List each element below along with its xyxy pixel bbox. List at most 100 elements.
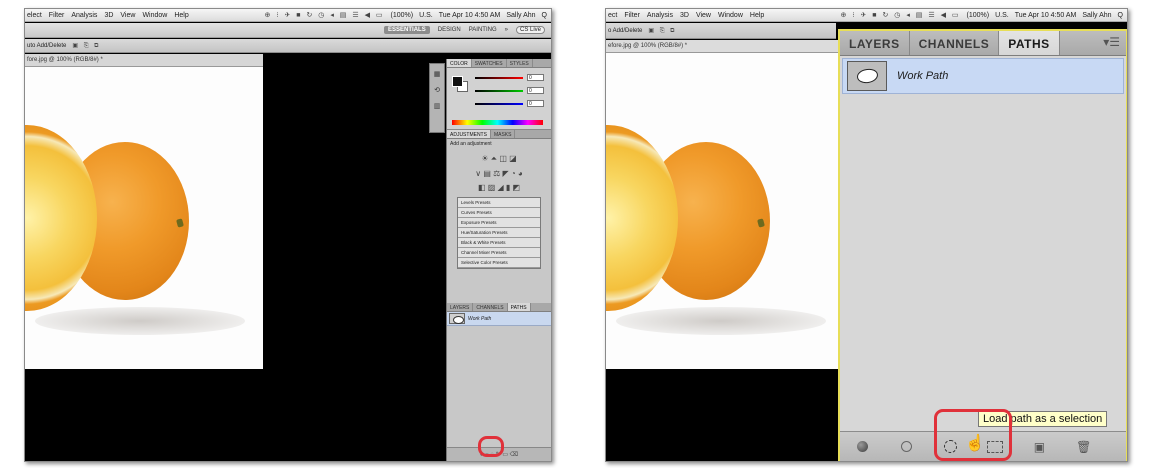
mini-path-thumbnail	[449, 313, 465, 324]
color-spectrum[interactable]	[452, 120, 543, 125]
color-panel-icon[interactable]: ▦	[434, 70, 441, 78]
styles-panel-icon[interactable]: ▥	[434, 102, 441, 110]
menu-analysis[interactable]: Analysis	[647, 12, 673, 19]
tab-masks[interactable]: MASKS	[491, 130, 516, 138]
tab-channels[interactable]: CHANNELS	[910, 31, 1000, 55]
red-value[interactable]: 0	[527, 74, 544, 81]
color-panel: 0 0 0	[447, 68, 551, 130]
image-canvas[interactable]	[606, 53, 838, 369]
new-path-icon[interactable]: ▣	[1030, 438, 1048, 456]
red-slider[interactable]	[475, 77, 523, 79]
paths-panel: LAYERS CHANNELS PATHS ▾☰ Work Path ▣ 🗑	[838, 29, 1127, 461]
battery-status[interactable]: (100%)	[967, 12, 990, 19]
menu-select[interactable]: ect	[608, 12, 617, 19]
auto-add-delete-checkbox[interactable]: uto Add/Delete	[27, 43, 66, 49]
path-shape-icon	[856, 67, 879, 85]
preset-hue-saturation[interactable]: Hue/Saturation Presets	[458, 228, 540, 238]
mini-work-path-label: Work Path	[468, 315, 492, 322]
menu-filter[interactable]: Filter	[624, 12, 640, 19]
preset-curves[interactable]: Curves Presets	[458, 208, 540, 218]
menu-analysis[interactable]: Analysis	[71, 12, 97, 19]
mini-layers-tabs: LAYERS CHANNELS PATHS	[447, 303, 551, 312]
tab-color[interactable]: COLOR	[447, 59, 472, 67]
adjustment-icons-row-2[interactable]: ∨ ▤ ⚖ ◤ ◔ ◕	[447, 169, 551, 178]
menu-help[interactable]: Help	[174, 12, 188, 19]
green-slider[interactable]	[475, 90, 523, 92]
input-flag[interactable]: U.S.	[419, 12, 433, 19]
work-path-row[interactable]: Work Path	[842, 58, 1124, 94]
path-operation-icons[interactable]: ▣ ⎘ ⧉	[648, 27, 676, 35]
panel-menu-icon[interactable]: ▾☰	[1097, 31, 1126, 55]
panel-dock: COLOR SWATCHES STYLES 0 0 0 ADJUSTMENTS …	[446, 59, 551, 461]
workspace-painting[interactable]: PAINTING	[469, 27, 497, 33]
menubar: elect Filter Analysis 3D View Window Hel…	[25, 9, 551, 22]
tab-styles[interactable]: STYLES	[507, 59, 533, 67]
adjustment-icons-row-3[interactable]: ◧ ▨ ◢ ▮ ◩	[447, 183, 551, 192]
menu-3d[interactable]: 3D	[680, 12, 689, 19]
preset-black-white[interactable]: Black & White Presets	[458, 238, 540, 248]
user-name[interactable]: Sally Ahn	[1082, 12, 1111, 19]
menu-window[interactable]: Window	[142, 12, 167, 19]
options-bar: o Add/Delete ▣ ⎘ ⧉	[606, 23, 836, 39]
fill-path-icon[interactable]	[853, 438, 871, 456]
adjustment-icons-row-1[interactable]: ☀ ⏶ ◫ ◪	[447, 154, 551, 164]
preset-levels[interactable]: Levels Presets	[458, 198, 540, 208]
menu-view[interactable]: View	[120, 12, 135, 19]
tab-paths-mini[interactable]: PATHS	[507, 303, 531, 311]
preset-exposure[interactable]: Exposure Presets	[458, 218, 540, 228]
tab-paths[interactable]: PATHS	[999, 31, 1060, 55]
delete-path-icon[interactable]: 🗑	[1075, 438, 1093, 456]
input-flag[interactable]: U.S.	[995, 12, 1009, 19]
cs-live-button[interactable]: CS Live	[515, 26, 545, 34]
panel-icon-strip: ▦ ⟲ ▥	[429, 63, 445, 133]
menu-items: ect Filter Analysis 3D View Window Help	[606, 12, 764, 19]
menu-view[interactable]: View	[696, 12, 711, 19]
foreground-color-swatch[interactable]	[452, 76, 463, 87]
mini-paths-footer-icons[interactable]: ● ○ ◌ ✎ ▭ ⌫	[447, 447, 551, 461]
path-thumbnail	[847, 61, 887, 91]
preset-channel-mixer[interactable]: Channel Mixer Presets	[458, 248, 540, 258]
menu-filter[interactable]: Filter	[49, 12, 65, 19]
menu-help[interactable]: Help	[750, 12, 764, 19]
load-selection-icon[interactable]	[942, 438, 960, 456]
tray-icons[interactable]: ⊕ ⁝ ✈ ■ ↻ ◷ ◂ ▤ ☰ ◀ ▭	[265, 11, 385, 19]
make-work-path-icon[interactable]	[986, 438, 1004, 456]
status-tray: ⊕ ⁝ ✈ ■ ↻ ◷ ◂ ▤ ☰ ◀ ▭ (100%) U.S. Tue Ap…	[841, 11, 1127, 20]
workspace-design[interactable]: DESIGN	[438, 27, 461, 33]
menu-select[interactable]: elect	[27, 12, 42, 19]
spotlight-search-icon[interactable]: Q	[1118, 12, 1123, 19]
color-panel-tabs: COLOR SWATCHES STYLES	[447, 59, 551, 68]
stroke-path-icon[interactable]	[897, 438, 915, 456]
swatches-panel-icon[interactable]: ⟲	[434, 86, 440, 94]
tab-channels-mini[interactable]: CHANNELS	[473, 303, 508, 311]
workspace-more-chevron-icon[interactable]: »	[505, 27, 508, 33]
paths-panel-tabs: LAYERS CHANNELS PATHS ▾☰	[840, 31, 1126, 56]
clock[interactable]: Tue Apr 10 4:50 AM	[1015, 12, 1077, 19]
document-tab[interactable]: efore.jpg @ 100% (RGB/8#) *	[606, 40, 838, 53]
tab-layers[interactable]: LAYERS	[840, 31, 910, 55]
tooltip: Load path as a selection	[978, 411, 1108, 427]
blue-slider[interactable]	[475, 103, 523, 105]
path-operation-icons[interactable]: ▣ ⎘ ⧉	[72, 42, 100, 50]
menu-window[interactable]: Window	[718, 12, 743, 19]
adjustments-title: Add an adjustment	[450, 141, 492, 147]
menu-items: elect Filter Analysis 3D View Window Hel…	[25, 12, 189, 19]
tab-adjustments[interactable]: ADJUSTMENTS	[447, 130, 491, 138]
left-screenshot: elect Filter Analysis 3D View Window Hel…	[24, 8, 552, 462]
image-canvas[interactable]	[25, 67, 263, 369]
tab-layers-mini[interactable]: LAYERS	[447, 303, 474, 311]
menu-3d[interactable]: 3D	[104, 12, 113, 19]
preset-selective-color[interactable]: Selective Color Presets	[458, 258, 540, 268]
mini-work-path-row[interactable]: Work Path	[447, 312, 551, 326]
tray-icons[interactable]: ⊕ ⁝ ✈ ■ ↻ ◷ ◂ ▤ ☰ ◀ ▭	[841, 11, 961, 19]
workspace-essentials[interactable]: ESSENTIALS	[384, 26, 430, 34]
auto-add-delete-checkbox[interactable]: o Add/Delete	[608, 28, 642, 34]
battery-status[interactable]: (100%)	[391, 12, 414, 19]
document-tab[interactable]: fore.jpg @ 100% (RGB/8#) *	[25, 54, 263, 67]
clock[interactable]: Tue Apr 10 4:50 AM	[439, 12, 501, 19]
blue-value[interactable]: 0	[527, 100, 544, 107]
spotlight-search-icon[interactable]: Q	[542, 12, 547, 19]
user-name[interactable]: Sally Ahn	[506, 12, 535, 19]
tab-swatches[interactable]: SWATCHES	[472, 59, 507, 67]
green-value[interactable]: 0	[527, 87, 544, 94]
